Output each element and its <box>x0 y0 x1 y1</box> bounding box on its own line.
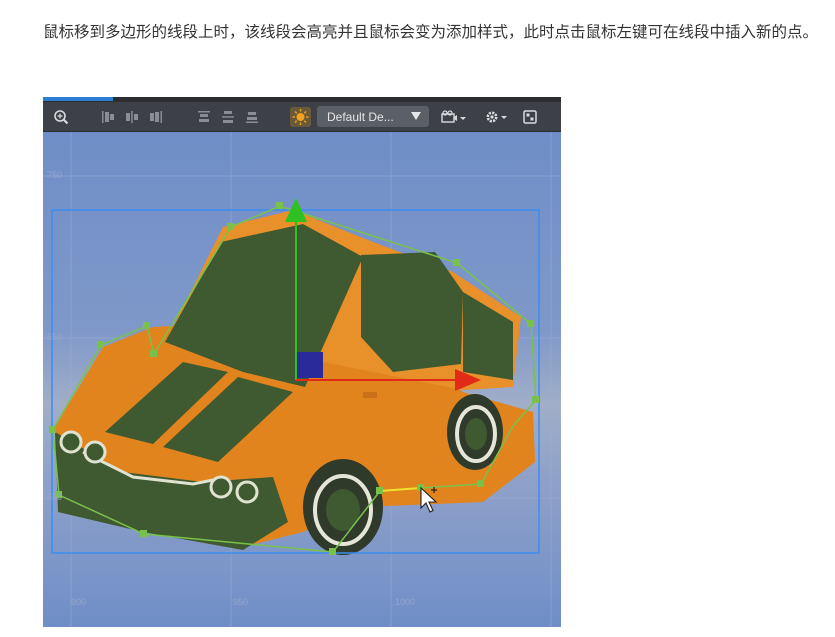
distribute-bottom-button[interactable] <box>243 107 261 127</box>
layout-button[interactable] <box>519 107 541 127</box>
scene-toolbar: Default De... <box>43 102 561 132</box>
align-center-icon <box>126 111 138 123</box>
grid-label-y-mid: 650 <box>47 332 63 342</box>
distribute-middle-button[interactable] <box>219 107 237 127</box>
align-left-icon <box>102 111 114 123</box>
grid-label-x-3: 1000 <box>395 597 416 607</box>
camera-icon <box>441 110 466 123</box>
grid-label-x-2: 950 <box>233 597 249 607</box>
settings-menu-button[interactable] <box>483 107 511 127</box>
light-icon <box>292 109 309 125</box>
align-right-button[interactable] <box>147 107 165 127</box>
grid-label-x-1: 900 <box>71 597 87 607</box>
article-paragraph: 鼠标移到多边形的线段上时，该线段会高亮并且鼠标会变为添加样式，此时点击鼠标左键可… <box>43 23 819 41</box>
scene-editor-panel: Default De... 750 650 550 900 950 1000 <box>43 97 561 627</box>
distribute-top-button[interactable] <box>195 107 213 127</box>
grid-label-y-top: 750 <box>47 170 63 180</box>
scene-drawing <box>43 132 561 627</box>
distribute-middle-icon <box>222 111 234 123</box>
zoom-button[interactable] <box>51 107 71 127</box>
align-right-icon <box>150 111 162 123</box>
distribute-top-icon <box>198 111 210 122</box>
scene-viewport[interactable]: 750 650 550 900 950 1000 <box>43 132 561 627</box>
align-center-button[interactable] <box>123 107 141 127</box>
gizmo-center-handle[interactable] <box>297 352 323 378</box>
grid-label-y-low: 550 <box>47 492 63 502</box>
gear-icon <box>486 111 507 123</box>
camera-select-dropdown[interactable]: Default De... <box>317 106 429 127</box>
dropdown-arrow-icon <box>411 112 421 120</box>
layout-icon <box>523 110 537 124</box>
active-tab-indicator <box>43 97 113 101</box>
scene-light-button[interactable] <box>290 107 311 127</box>
camera-menu-button[interactable] <box>439 107 469 127</box>
zoom-icon <box>54 110 69 125</box>
camera-select-value: Default De... <box>327 109 394 124</box>
align-left-button[interactable] <box>99 107 117 127</box>
distribute-bottom-icon <box>246 112 258 123</box>
